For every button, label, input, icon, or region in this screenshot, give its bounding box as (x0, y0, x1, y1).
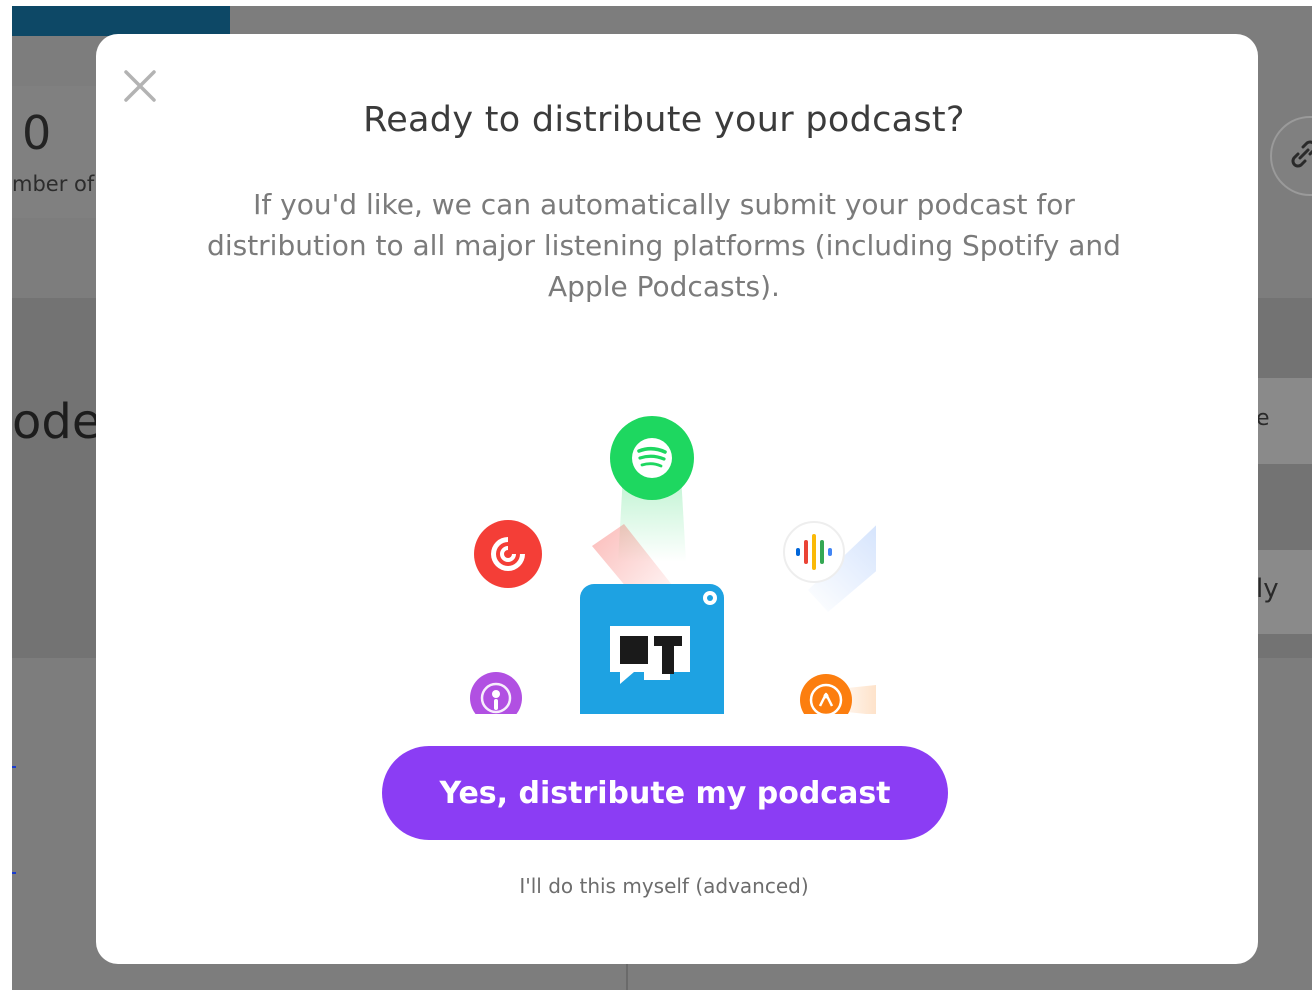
modal-title: Ready to distribute your podcast? (363, 100, 965, 140)
background-link-underline (12, 872, 16, 874)
distribute-podcast-button[interactable]: Yes, distribute my podcast (382, 746, 948, 840)
google-podcasts-icon (783, 521, 845, 583)
manual-distribution-link[interactable]: I'll do this myself (advanced) (96, 874, 1232, 898)
background-stat-number: 0 (22, 106, 52, 160)
link-icon (1291, 140, 1312, 168)
background-right-row-text: ly (1256, 574, 1279, 604)
spotify-icon (610, 416, 694, 500)
distribution-illustration (470, 416, 876, 714)
page: 0 mber of ode e ly Ready to distribute y (0, 0, 1312, 990)
background-divider (626, 964, 628, 990)
background-section-title: ode (12, 394, 102, 450)
overcast-icon (800, 674, 852, 714)
modal-description: If you'd like, we can automatically subm… (207, 188, 1121, 303)
background-right-row-text: e (1256, 406, 1270, 431)
background-link-underline (12, 766, 16, 768)
pocket-casts-icon (474, 520, 542, 588)
castos-logo-icon (580, 584, 724, 714)
background-stat-label: mber of (12, 172, 95, 196)
distribution-modal: Ready to distribute your podcast? If you… (96, 34, 1258, 964)
apple-podcasts-icon (470, 672, 522, 714)
background-header-tab (12, 6, 230, 36)
